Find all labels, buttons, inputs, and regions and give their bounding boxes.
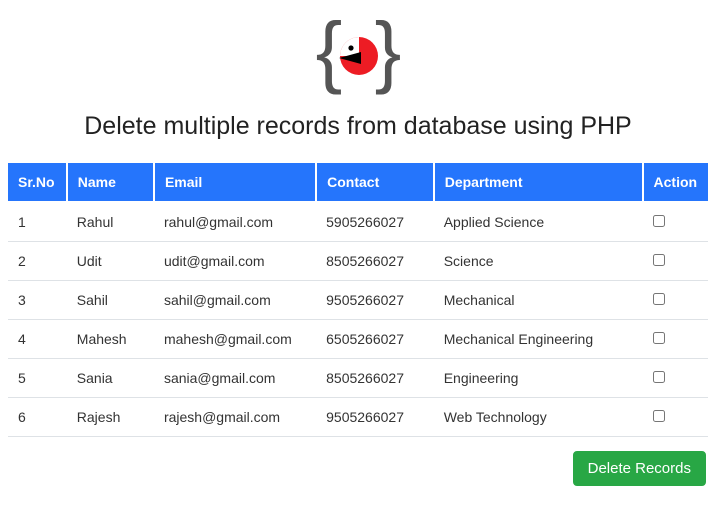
- cell-sr: 5: [8, 359, 67, 398]
- cell-name: Udit: [67, 242, 154, 281]
- cell-contact: 9505266027: [316, 398, 434, 437]
- cell-email: mahesh@gmail.com: [154, 320, 316, 359]
- row-select-checkbox[interactable]: [653, 254, 665, 266]
- cell-action: [643, 320, 708, 359]
- table-header-row: Sr.No Name Email Contact Department Acti…: [8, 163, 708, 202]
- cell-name: Mahesh: [67, 320, 154, 359]
- th-action: Action: [643, 163, 708, 202]
- cell-name: Sahil: [67, 281, 154, 320]
- page-title: Delete multiple records from database us…: [8, 112, 708, 141]
- table-row: 6Rajeshrajesh@gmail.com9505266027Web Tec…: [8, 398, 708, 437]
- cell-email: rajesh@gmail.com: [154, 398, 316, 437]
- cell-contact: 9505266027: [316, 281, 434, 320]
- cell-department: Science: [434, 242, 643, 281]
- row-select-checkbox[interactable]: [653, 215, 665, 227]
- table-row: 2Uditudit@gmail.com8505266027Science: [8, 242, 708, 281]
- cell-email: sania@gmail.com: [154, 359, 316, 398]
- row-select-checkbox[interactable]: [653, 410, 665, 422]
- table-row: 5Saniasania@gmail.com8505266027Engineeri…: [8, 359, 708, 398]
- logo-icon: { }: [311, 12, 406, 102]
- cell-action: [643, 242, 708, 281]
- th-name: Name: [67, 163, 154, 202]
- th-department: Department: [434, 163, 643, 202]
- th-sr: Sr.No: [8, 163, 67, 202]
- svg-text:}: }: [374, 12, 401, 95]
- table-row: 1Rahulrahul@gmail.com5905266027Applied S…: [8, 202, 708, 242]
- row-select-checkbox[interactable]: [653, 293, 665, 305]
- cell-email: sahil@gmail.com: [154, 281, 316, 320]
- cell-contact: 8505266027: [316, 242, 434, 281]
- cell-sr: 3: [8, 281, 67, 320]
- records-table: Sr.No Name Email Contact Department Acti…: [8, 163, 708, 437]
- cell-name: Rajesh: [67, 398, 154, 437]
- svg-text:{: {: [315, 12, 342, 95]
- cell-email: rahul@gmail.com: [154, 202, 316, 242]
- th-email: Email: [154, 163, 316, 202]
- row-select-checkbox[interactable]: [653, 332, 665, 344]
- cell-contact: 6505266027: [316, 320, 434, 359]
- cell-department: Engineering: [434, 359, 643, 398]
- cell-department: Mechanical Engineering: [434, 320, 643, 359]
- cell-action: [643, 281, 708, 320]
- cell-email: udit@gmail.com: [154, 242, 316, 281]
- row-select-checkbox[interactable]: [653, 371, 665, 383]
- cell-sr: 4: [8, 320, 67, 359]
- cell-sr: 2: [8, 242, 67, 281]
- cell-contact: 8505266027: [316, 359, 434, 398]
- cell-contact: 5905266027: [316, 202, 434, 242]
- cell-department: Mechanical: [434, 281, 643, 320]
- cell-name: Sania: [67, 359, 154, 398]
- cell-sr: 6: [8, 398, 67, 437]
- table-row: 4Maheshmahesh@gmail.com6505266027Mechani…: [8, 320, 708, 359]
- cell-action: [643, 359, 708, 398]
- th-contact: Contact: [316, 163, 434, 202]
- actions-bar: Delete Records: [8, 451, 708, 486]
- delete-records-button[interactable]: Delete Records: [573, 451, 706, 486]
- cell-action: [643, 202, 708, 242]
- cell-department: Web Technology: [434, 398, 643, 437]
- cell-action: [643, 398, 708, 437]
- cell-name: Rahul: [67, 202, 154, 242]
- logo: { }: [8, 12, 708, 102]
- cell-sr: 1: [8, 202, 67, 242]
- cell-department: Applied Science: [434, 202, 643, 242]
- table-row: 3Sahilsahil@gmail.com9505266027Mechanica…: [8, 281, 708, 320]
